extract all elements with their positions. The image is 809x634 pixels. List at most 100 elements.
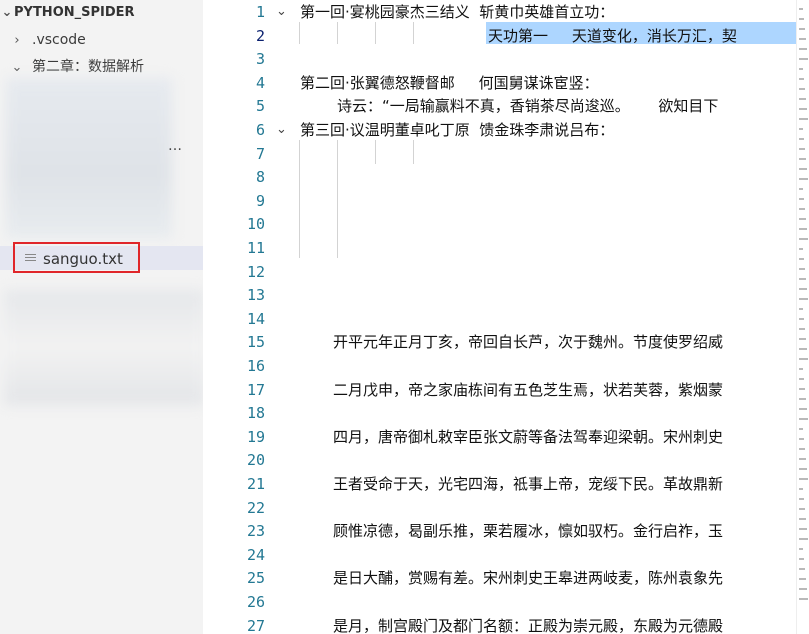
minimap-line <box>799 218 806 220</box>
minimap-line <box>799 188 803 190</box>
minimap-line <box>799 48 807 50</box>
minimap-line <box>799 168 807 170</box>
code-line[interactable]: 四月，唐帝御札敕宰臣张文蔚等备法驾奉迎梁朝。宋州刺史 <box>333 425 723 449</box>
minimap-line <box>799 378 804 380</box>
minimap-line <box>799 38 806 40</box>
line-number: 16 <box>246 357 265 375</box>
chevron-right-icon: › <box>14 33 20 48</box>
code-line[interactable]: 顾惟凉德，曷副乐推，栗若履冰，懔如驭朽。金行启祚，玉 <box>333 519 723 543</box>
code-line[interactable]: 第二回·张翼德怒鞭督邮 何国舅谋诛宦竖： <box>300 71 599 95</box>
minimap-line <box>799 148 805 150</box>
minimap-line <box>799 588 807 590</box>
chevron-down-icon: ⌄ <box>11 60 23 75</box>
line-number: 24 <box>246 546 265 564</box>
line-number: 7 <box>255 145 265 163</box>
minimap-line <box>799 68 803 70</box>
minimap-line <box>799 478 808 480</box>
code-line[interactable]: 诗云：“一局输赢料不真，香销茶尽尚逡巡。 欲知目下 <box>337 94 718 118</box>
line-number: 25 <box>246 569 265 587</box>
minimap-line <box>799 508 805 510</box>
line-number: 9 <box>255 192 265 210</box>
indent-guide <box>337 140 338 258</box>
line-number: 21 <box>246 475 265 493</box>
line-number: 23 <box>246 522 265 540</box>
line-number: 4 <box>255 74 265 92</box>
line-number: 3 <box>255 50 265 68</box>
fold-chevron-icon[interactable]: ⌄ <box>276 118 287 142</box>
minimap-line <box>799 498 804 500</box>
minimap-line <box>799 358 808 360</box>
truncated-item-ellipsis: … <box>168 138 182 154</box>
indent-guide <box>299 140 300 258</box>
minimap-line <box>799 238 808 240</box>
minimap-scrollbar[interactable] <box>796 0 809 634</box>
tree-item-chapter2[interactable]: ⌄ 第二章：数据解析 <box>0 55 203 79</box>
minimap-line <box>799 108 807 110</box>
minimap-line <box>799 18 804 20</box>
minimap-line <box>799 388 805 390</box>
blurred-tree-items <box>6 78 172 238</box>
minimap-line <box>799 408 807 410</box>
explorer-root-folder[interactable]: ⌄ PYTHON_SPIDER <box>0 1 203 25</box>
line-number: 12 <box>246 263 265 281</box>
explorer-sidebar: ⌄ PYTHON_SPIDER › .vscode ⌄ 第二章：数据解析 … sang… <box>0 0 203 634</box>
minimap-line <box>799 158 806 160</box>
minimap-line <box>799 178 808 180</box>
code-line[interactable]: 二月戊申，帝之家庙栋间有五色芝生焉，状若芙蓉，紫烟蒙 <box>333 378 723 402</box>
minimap-line <box>799 418 808 420</box>
tree-item-label: 第二章：数据解析 <box>32 59 144 75</box>
line-number: 27 <box>246 617 265 634</box>
code-line[interactable]: 王者受命于天，光宅四海，祗事上帝，宠绥下民。革故鼎新 <box>333 472 723 496</box>
minimap-line <box>799 298 808 300</box>
minimap-line <box>799 268 805 270</box>
line-number: 20 <box>246 451 265 469</box>
minimap-line <box>799 548 803 550</box>
code-line[interactable]: 第一回·宴桃园豪杰三结义 斩黄巾英雄首立功： <box>300 0 614 24</box>
minimap-line <box>799 308 803 310</box>
minimap-line <box>799 228 807 230</box>
minimap-line <box>799 248 803 250</box>
minimap-line <box>799 528 807 530</box>
line-number: 14 <box>246 310 265 328</box>
blurred-tree-items-lower <box>4 290 203 405</box>
line-number: 13 <box>246 286 265 304</box>
line-number: 11 <box>246 239 265 257</box>
minimap-line <box>799 598 808 600</box>
line-number: 6 <box>255 121 265 139</box>
minimap-line <box>799 428 803 430</box>
line-number: 5 <box>255 97 265 115</box>
minimap-line <box>799 458 806 460</box>
line-number: 19 <box>246 428 265 446</box>
indent-guide <box>413 22 414 44</box>
minimap-line <box>799 8 803 10</box>
indent-guide <box>299 22 300 44</box>
line-number: 15 <box>246 333 265 351</box>
minimap-line <box>799 28 805 30</box>
minimap-line <box>799 138 804 140</box>
minimap-line <box>799 558 804 560</box>
minimap-line <box>799 198 804 200</box>
minimap-line <box>799 208 805 210</box>
line-number: 22 <box>246 499 265 517</box>
minimap-line <box>799 438 804 440</box>
minimap-line <box>799 398 806 400</box>
tree-item-vscode[interactable]: › .vscode <box>0 28 203 52</box>
code-line[interactable]: 第三回·议温明董卓叱丁原 馈金珠李肃说吕布： <box>300 118 614 142</box>
code-line[interactable]: 是月，制宫殿门及都门名额：正殿为崇元殿，东殿为元德殿 <box>333 614 723 634</box>
line-number: 17 <box>246 381 265 399</box>
code-editor[interactable]: 1 ⌄ 第一回·宴桃园豪杰三结义 斩黄巾英雄首立功： 2 天功第一 天道变化，消长万汇，… <box>203 0 809 634</box>
minimap-line <box>799 88 805 90</box>
indent-guide <box>375 22 376 44</box>
minimap-line <box>799 578 806 580</box>
minimap-line <box>799 278 806 280</box>
minimap-line <box>799 488 803 490</box>
indent-guide <box>337 22 338 44</box>
minimap-line <box>799 468 807 470</box>
minimap-line <box>799 448 805 450</box>
code-line[interactable]: 是日大酺，赏赐有差。宋州刺史王皋进两岐麦，陈州袁象先 <box>333 566 723 590</box>
fold-chevron-icon[interactable]: ⌄ <box>276 0 287 24</box>
code-line[interactable]: 开平元年正月丁亥，帝回自长芦，次于魏州。节度使罗绍威 <box>333 330 723 354</box>
minimap-line <box>799 118 808 120</box>
indent-guide <box>375 140 376 164</box>
code-line[interactable]: 天功第一 天道变化，消长万汇，契 <box>488 24 737 48</box>
